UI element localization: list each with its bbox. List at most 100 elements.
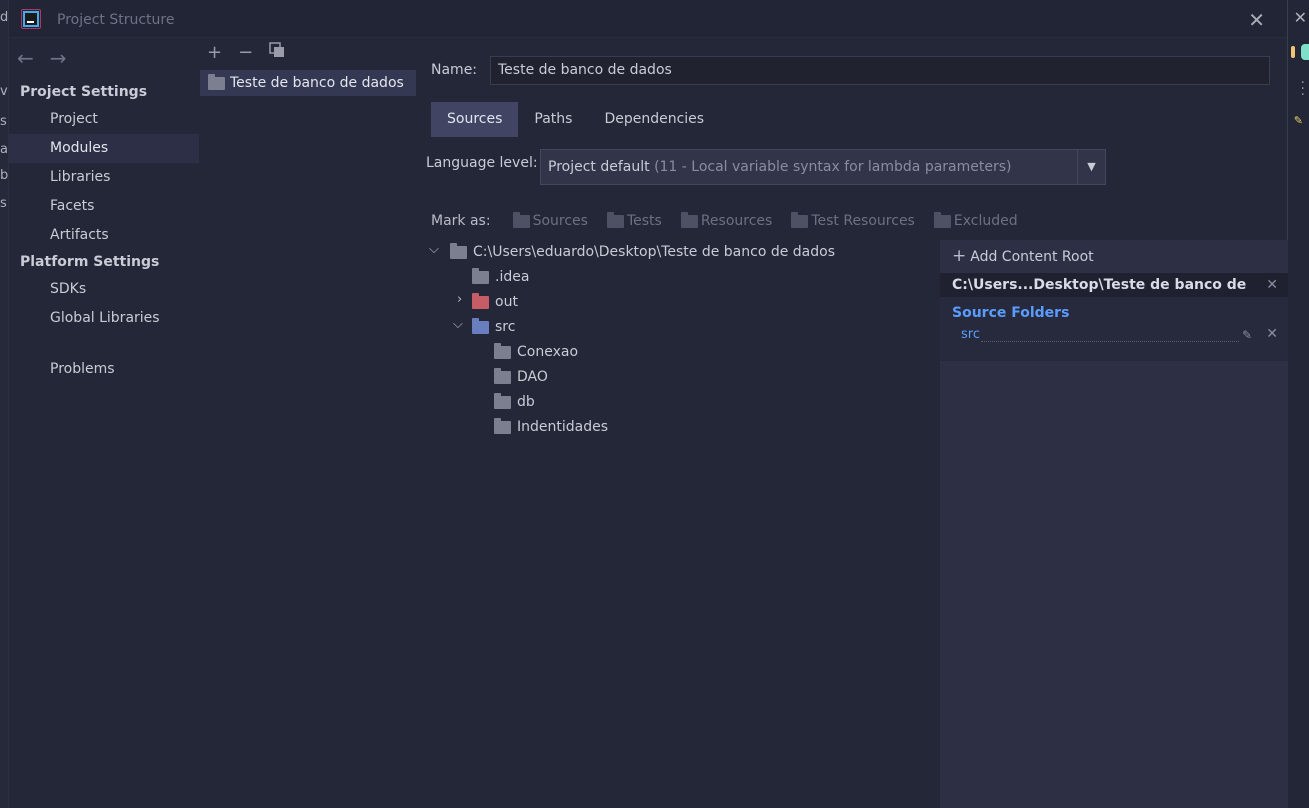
excluded-folder-icon [472,293,489,309]
folder-icon [472,268,489,284]
tree-node-conexao[interactable]: Conexao [494,340,578,365]
edit-pencil-icon[interactable]: ✎ [1242,328,1252,342]
chevron-down-icon[interactable]: ⌵ [429,242,439,257]
mark-as-toolbar: Mark as: Sources Tests Resources Test Re… [431,211,1037,229]
bg-letter: a [0,142,8,157]
remove-icon[interactable]: − [238,42,253,63]
nav-item-sdks[interactable]: SDKs [9,275,199,304]
nav-item-facets[interactable]: Facets [9,192,199,221]
nav-arrows: ← → [17,46,67,70]
language-level-value: Project default [548,159,650,175]
bg-letter: s [0,196,7,211]
tab-dependencies[interactable]: Dependencies [588,102,720,137]
module-list-item[interactable]: Teste de banco de dados [200,70,416,96]
tree-node-label: Indentidades [517,419,609,435]
tree-node-idea[interactable]: .idea [472,265,529,290]
plus-icon: + [952,246,967,266]
tree-node-label: out [495,294,518,310]
background-menu-icon[interactable]: · · · [1301,76,1305,102]
language-level-hint: (11 - Local variable syntax for lambda p… [654,159,1012,175]
tree-node-src[interactable]: src [472,315,515,340]
source-folder-row[interactable]: src [961,327,1271,342]
add-content-root-button[interactable]: + Add Content Root [952,246,1094,266]
module-list-toolbar: + − [207,42,285,63]
background-edit-icon: ✎ [1293,114,1303,127]
source-folders-section: Source Folders src ✎ ✕ [940,297,1288,361]
nav-item-global-libraries[interactable]: Global Libraries [9,304,199,333]
test-resources-folder-icon [791,211,809,228]
tab-sources[interactable]: Sources [431,102,519,137]
language-level-label: Language level: [426,155,538,171]
remove-source-folder-icon[interactable]: ✕ [1266,326,1278,342]
source-folders-title: Source Folders [952,305,1070,321]
nav-header-project-settings: Project Settings [20,84,148,100]
source-folder-name: src [961,327,980,342]
background-close-icon[interactable]: ✕ [1294,8,1307,27]
tree-node-label: Conexao [517,344,579,360]
chevron-right-icon[interactable]: › [457,292,462,307]
tree-node-dao[interactable]: DAO [494,365,548,390]
title-bar: Project Structure ✕ [9,0,1287,38]
mark-tests-label: Tests [626,213,662,229]
bg-letter: v [0,84,8,99]
package-folder-icon [494,418,511,434]
tree-node-label: db [517,394,535,410]
mark-sources-button[interactable]: Sources [512,211,588,229]
forward-arrow-icon[interactable]: → [50,46,67,70]
tree-node-out[interactable]: out [472,290,518,315]
mark-sources-label: Sources [532,213,588,229]
resources-folder-icon [680,211,698,228]
settings-nav: Project Settings Project Modules Librari… [9,80,199,384]
content-root-path: C:\Users...Desktop\Teste de banco de dad… [940,273,1288,317]
bg-letter: s [0,114,7,129]
tree-node-label: .idea [495,269,530,285]
tree-node-db[interactable]: db [494,390,535,415]
excluded-folder-icon [933,211,951,228]
bg-letter: d [0,10,8,25]
copy-icon[interactable] [269,42,285,63]
module-folder-icon [208,73,225,90]
dropdown-arrow-icon[interactable]: ▼ [1077,150,1105,184]
project-structure-dialog: Project Structure ✕ ← → Project Settings… [8,0,1288,808]
package-folder-icon [494,393,511,409]
background-status-icon [1301,44,1309,60]
language-level-select[interactable]: Project default (11 - Local variable syn… [540,149,1106,185]
tree-node-label: DAO [517,369,548,385]
tree-root-label: C:\Users\eduardo\Desktop\Teste de banco … [473,244,836,260]
mark-resources-button[interactable]: Resources [680,211,772,229]
content-root-panel: + Add Content Root C:\Users...Desktop\Tes… [940,240,1288,808]
background-ide-left: d v s a b s [0,0,8,808]
mark-excluded-label: Excluded [953,213,1018,229]
intellij-logo-icon [21,9,41,29]
sources-folder-icon [512,211,530,228]
background-ide-right: ✕ · · · ✎ [1287,0,1309,808]
nav-item-artifacts[interactable]: Artifacts [9,221,199,250]
chevron-down-icon[interactable]: ⌵ [453,317,463,332]
nav-item-problems[interactable]: Problems [9,355,199,384]
bg-letter: b [0,168,8,183]
tree-node-label: src [495,319,516,335]
add-icon[interactable]: + [207,42,222,63]
back-arrow-icon[interactable]: ← [17,46,34,70]
folder-icon [450,243,467,259]
tree-root[interactable]: C:\Users\eduardo\Desktop\Teste de banco … [450,240,835,265]
mark-as-label: Mark as: [431,213,491,229]
tests-folder-icon [606,211,624,228]
nav-item-project[interactable]: Project [9,105,199,134]
nav-item-modules[interactable]: Modules [9,134,199,163]
package-folder-icon [494,368,511,384]
tab-paths[interactable]: Paths [518,102,588,137]
mark-excluded-button[interactable]: Excluded [933,211,1018,229]
close-icon[interactable]: ✕ [1248,8,1265,32]
nav-item-libraries[interactable]: Libraries [9,163,199,192]
window-title: Project Structure [57,12,175,28]
background-indicator-icon [1291,46,1295,58]
remove-content-root-icon[interactable]: ✕ [1266,273,1278,297]
module-name-input[interactable]: Teste de banco de dados [490,56,1270,85]
tree-node-indentidades[interactable]: Indentidades [494,415,608,440]
source-folder-icon [472,318,489,334]
mark-test-resources-button[interactable]: Test Resources [791,211,915,229]
mark-tests-button[interactable]: Tests [606,211,662,229]
add-content-root-label: Add Content Root [970,249,1094,265]
